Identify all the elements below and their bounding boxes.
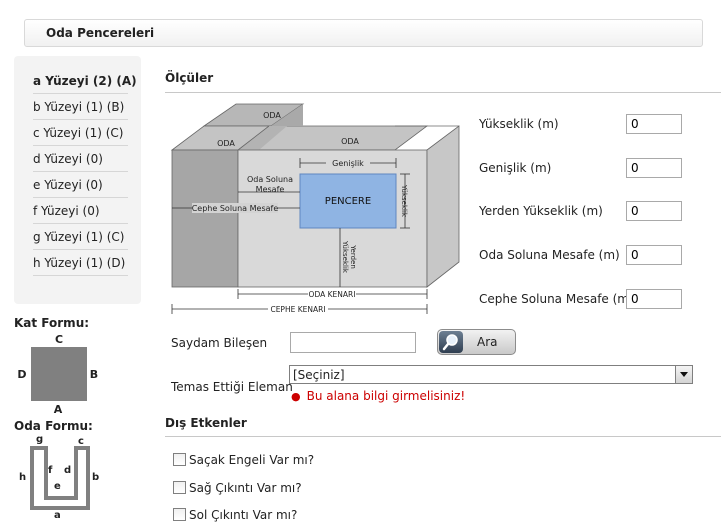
genislik-input[interactable] bbox=[626, 158, 682, 178]
search-icon bbox=[439, 331, 463, 353]
sag-cikinti-checkbox[interactable] bbox=[173, 481, 186, 494]
page-title: Oda Pencereleri bbox=[46, 26, 155, 40]
oda-label-f: f bbox=[48, 465, 53, 476]
diagram-oda-kenari: ODA KENARI bbox=[309, 290, 356, 299]
oda-label-d: d bbox=[64, 465, 71, 476]
sag-cikinti-label: Sağ Çıkıntı Var mı? bbox=[189, 481, 302, 495]
kat-formu-title: Kat Formu: bbox=[14, 316, 90, 330]
diagram-oda-soluna-2: Mesafe bbox=[256, 185, 285, 194]
dis-etkenler-divider bbox=[165, 436, 721, 437]
oda-soluna-mesafe-input[interactable] bbox=[626, 245, 682, 265]
cephe-soluna-mesafe-input[interactable] bbox=[626, 289, 682, 309]
oda-label-h: h bbox=[19, 472, 26, 483]
room-window-diagram: ODA ODA ODA PENCERE Genişlik Oda Soluna … bbox=[170, 103, 460, 314]
saydam-bilesen-label: Saydam Bileşen bbox=[171, 336, 268, 350]
diagram-cephe-kenari: CEPHE KENARI bbox=[270, 305, 325, 314]
saydam-bilesen-input[interactable] bbox=[290, 332, 416, 353]
ara-button[interactable]: Ara bbox=[437, 329, 516, 355]
diagram-cephe-soluna: Cephe Soluna Mesafe bbox=[192, 204, 279, 213]
surface-item-d[interactable]: d Yüzeyi (0) bbox=[33, 146, 128, 172]
surface-item-e[interactable]: e Yüzeyi (0) bbox=[33, 172, 128, 198]
kat-label-bottom: A bbox=[54, 403, 63, 416]
oda-label-a: a bbox=[54, 510, 61, 521]
genislik-label: Genişlik (m) bbox=[479, 161, 552, 175]
kat-formu-diagram: C D B A bbox=[17, 333, 98, 416]
dis-etkenler-title: Dış Etkenler bbox=[165, 416, 247, 430]
chevron-down-icon bbox=[675, 366, 692, 383]
oda-label-e: e bbox=[54, 481, 61, 492]
diagram-oda-back: ODA bbox=[263, 111, 281, 120]
diagram-yukseklik: Yükseklik bbox=[400, 184, 408, 218]
diagram-yerden-2: Yükseklik bbox=[341, 240, 349, 274]
temas-error-message: ● Bu alana bilgi girmelisiniz! bbox=[291, 389, 465, 403]
sacak-engeli-label: Saçak Engeli Var mı? bbox=[189, 453, 315, 467]
surface-item-h[interactable]: h Yüzeyi (1) (D) bbox=[33, 250, 128, 276]
olculer-title: Ölçüler bbox=[165, 71, 214, 85]
diagram-genislik: Genişlik bbox=[332, 159, 364, 168]
kat-label-right: B bbox=[90, 368, 98, 381]
kat-label-left: D bbox=[17, 368, 26, 381]
sol-cikinti-label: Sol Çıkıntı Var mı? bbox=[189, 508, 298, 522]
surface-item-a[interactable]: a Yüzeyi (2) (A) bbox=[33, 68, 137, 94]
oda-formu-diagram: g c h f d b e a bbox=[19, 434, 99, 521]
diagram-oda-left: ODA bbox=[217, 139, 235, 148]
diagram-pencere: PENCERE bbox=[325, 196, 371, 207]
bullet-icon: ● bbox=[291, 390, 301, 403]
diagram-oda-soluna-1: Oda Soluna bbox=[247, 175, 293, 184]
kat-label-top: C bbox=[55, 333, 63, 346]
surface-list: a Yüzeyi (2) (A) b Yüzeyi (1) (B) c Yüze… bbox=[14, 56, 141, 304]
oda-label-g: g bbox=[36, 434, 43, 445]
oda-label-c: c bbox=[78, 436, 84, 447]
temas-error-text: Bu alana bilgi girmelisiniz! bbox=[306, 389, 466, 403]
oda-formu-title: Oda Formu: bbox=[14, 419, 93, 433]
surface-item-g[interactable]: g Yüzeyi (1) (C) bbox=[33, 224, 128, 250]
cephe-soluna-mesafe-label: Cephe Soluna Mesafe (m) bbox=[479, 292, 634, 306]
oda-label-b: b bbox=[92, 472, 99, 483]
sol-cikinti-checkbox[interactable] bbox=[173, 508, 186, 521]
yerden-yukseklik-label: Yerden Yükseklik (m) bbox=[479, 204, 603, 218]
temas-eleman-label: Temas Ettiği Eleman bbox=[171, 380, 293, 394]
olculer-divider bbox=[165, 92, 721, 93]
temas-eleman-select[interactable]: [Seçiniz] bbox=[289, 365, 693, 384]
temas-eleman-value: [Seçiniz] bbox=[293, 368, 345, 382]
surface-item-f[interactable]: f Yüzeyi (0) bbox=[33, 198, 128, 224]
ara-button-label: Ara bbox=[477, 335, 498, 349]
surface-item-c[interactable]: c Yüzeyi (1) (C) bbox=[33, 120, 128, 146]
diagram-yerden-1: Yerden bbox=[349, 244, 357, 269]
page-header: Oda Pencereleri bbox=[24, 19, 703, 47]
yerden-yukseklik-input[interactable] bbox=[626, 201, 682, 221]
yukseklik-label: Yükseklik (m) bbox=[479, 117, 559, 131]
oda-soluna-mesafe-label: Oda Soluna Mesafe (m) bbox=[479, 248, 620, 262]
yukseklik-input[interactable] bbox=[626, 114, 682, 134]
surface-item-b[interactable]: b Yüzeyi (1) (B) bbox=[33, 94, 128, 120]
diagram-oda-front: ODA bbox=[341, 137, 359, 146]
sacak-engeli-checkbox[interactable] bbox=[173, 453, 186, 466]
